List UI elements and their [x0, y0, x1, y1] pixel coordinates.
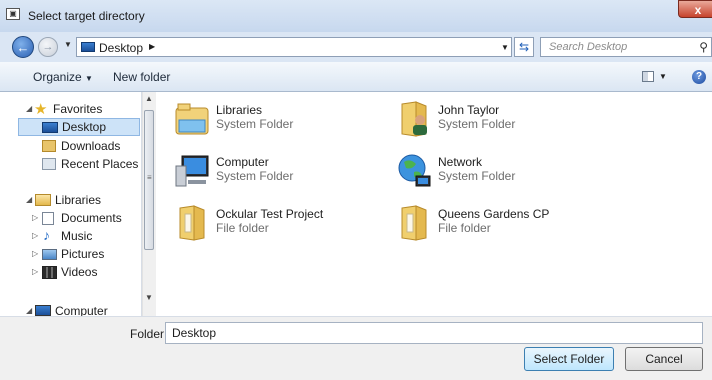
item-name: Ockular Test Project	[216, 207, 324, 221]
nav-libraries[interactable]: ◢ Libraries	[0, 191, 140, 209]
folder-icon	[179, 205, 205, 241]
app-icon: ▣	[6, 8, 20, 20]
videos-icon	[42, 266, 57, 279]
libraries-icon	[175, 103, 209, 135]
refresh-button[interactable]: ⇆	[514, 37, 534, 57]
list-item[interactable]: Ockular Test Project File folder	[170, 202, 380, 246]
user-folder-icon	[401, 101, 427, 137]
nav-recent-label: Recent Places	[61, 157, 139, 171]
address-bar: ← → ▼ Desktop ▶ ▼ ⇆ Search Desktop ⚲	[0, 32, 712, 62]
chevron-down-icon: ▼	[85, 74, 93, 83]
file-list: Libraries System Folder John Taylor Syst…	[156, 92, 712, 316]
nav-documents[interactable]: ▷ Documents	[0, 209, 140, 227]
item-name: Network	[438, 155, 483, 169]
item-name: Libraries	[216, 103, 263, 117]
nav-downloads-label: Downloads	[61, 139, 121, 153]
back-button[interactable]: ←	[12, 36, 34, 58]
collapsed-triangle-icon[interactable]: ▷	[32, 249, 38, 258]
nav-desktop-label: Desktop	[62, 120, 107, 134]
item-type: System Folder	[438, 117, 516, 131]
view-dropdown[interactable]: ▼	[659, 72, 667, 81]
nav-downloads[interactable]: Downloads	[0, 137, 140, 155]
computer-icon	[35, 305, 51, 316]
nav-music[interactable]: ▷ ♪ Music	[0, 227, 140, 245]
forward-button[interactable]: →	[38, 37, 58, 57]
address-box[interactable]: Desktop ▶ ▼	[76, 37, 512, 57]
item-type: System Folder	[216, 117, 294, 131]
nav-recent-places[interactable]: Recent Places	[0, 155, 140, 173]
nav-pictures[interactable]: ▷ Pictures	[0, 245, 140, 263]
desktop-icon	[42, 122, 58, 133]
nav-pictures-label: Pictures	[61, 247, 105, 261]
music-icon: ♪	[43, 227, 50, 243]
nav-documents-label: Documents	[61, 211, 122, 225]
search-input[interactable]: Search Desktop ⚲	[540, 37, 712, 57]
breadcrumb-desktop[interactable]: Desktop	[99, 41, 143, 55]
nav-favorites[interactable]: ◢ ★ Favorites	[0, 100, 140, 118]
list-item[interactable]: Computer System Folder	[170, 150, 380, 194]
nav-desktop[interactable]: Desktop	[18, 118, 140, 136]
list-item[interactable]: John Taylor System Folder	[392, 98, 602, 142]
list-item[interactable]: Network System Folder	[392, 150, 602, 194]
dialog-footer: Folder: Desktop Select Folder Cancel	[0, 316, 712, 380]
computer-icon	[175, 155, 209, 187]
item-type: System Folder	[438, 169, 516, 183]
recent-pages-dropdown[interactable]: ▼	[64, 40, 72, 49]
nav-videos-label: Videos	[61, 265, 98, 279]
nav-music-label: Music	[61, 229, 93, 243]
search-icon[interactable]: ⚲	[699, 40, 708, 54]
scroll-thumb[interactable]: ≡	[144, 110, 154, 250]
expand-triangle-icon[interactable]: ◢	[26, 306, 32, 315]
expand-triangle-icon[interactable]: ◢	[26, 104, 32, 113]
address-dropdown[interactable]: ▼	[501, 43, 509, 52]
item-type: System Folder	[216, 169, 294, 183]
view-options-icon[interactable]	[642, 71, 654, 82]
help-icon[interactable]: ?	[692, 70, 706, 84]
pictures-icon	[42, 249, 57, 260]
item-name: John Taylor	[438, 103, 500, 117]
item-type: File folder	[438, 221, 491, 235]
network-icon	[398, 154, 431, 187]
search-placeholder: Search Desktop	[549, 41, 628, 53]
nav-libraries-label: Libraries	[55, 193, 102, 207]
window-title: Select target directory	[28, 9, 145, 23]
cancel-button[interactable]: Cancel	[625, 347, 703, 371]
desktop-icon	[81, 42, 95, 52]
breadcrumb-arrow-icon[interactable]: ▶	[149, 42, 155, 51]
nav-favorites-label: Favorites	[53, 102, 103, 116]
nav-computer[interactable]: ◢ Computer	[0, 302, 140, 316]
item-name: Computer	[216, 155, 269, 169]
organize-label: Organize	[33, 70, 82, 84]
collapsed-triangle-icon[interactable]: ▷	[32, 231, 38, 240]
item-name: Queens Gardens CP	[438, 207, 550, 221]
collapsed-triangle-icon[interactable]: ▷	[32, 267, 38, 276]
new-folder-button[interactable]: New folder	[113, 70, 170, 84]
nav-computer-label: Computer	[55, 304, 108, 316]
downloads-icon	[42, 140, 56, 152]
grip-icon: ≡	[147, 173, 152, 182]
command-bar: Organize ▼ New folder ▼ ?	[0, 62, 712, 92]
title-bar[interactable]: ▣ Select target directory x	[0, 0, 712, 32]
select-folder-button[interactable]: Select Folder	[524, 347, 614, 371]
scroll-up-arrow-icon[interactable]: ▲	[145, 94, 153, 103]
recent-places-icon	[42, 158, 56, 170]
collapsed-triangle-icon[interactable]: ▷	[32, 213, 38, 222]
star-icon: ★	[34, 101, 48, 118]
organize-button[interactable]: Organize ▼	[33, 70, 93, 84]
item-type: File folder	[216, 221, 269, 235]
close-button[interactable]: x	[678, 0, 712, 18]
documents-icon	[42, 212, 54, 225]
folder-icon	[401, 205, 427, 241]
nav-videos[interactable]: ▷ Videos	[0, 263, 140, 281]
list-item[interactable]: Queens Gardens CP File folder	[392, 202, 602, 246]
list-item[interactable]: Libraries System Folder	[170, 98, 380, 142]
nav-scrollbar[interactable]: ▲ ≡ ▼	[142, 92, 156, 316]
scroll-down-arrow-icon[interactable]: ▼	[145, 293, 153, 302]
navigation-pane: ◢ ★ Favorites Desktop Downloads Recent P…	[0, 92, 142, 316]
libraries-icon	[35, 194, 51, 206]
folder-label: Folder:	[130, 327, 168, 341]
folder-name-input[interactable]: Desktop	[165, 322, 703, 344]
expand-triangle-icon[interactable]: ◢	[26, 195, 32, 204]
